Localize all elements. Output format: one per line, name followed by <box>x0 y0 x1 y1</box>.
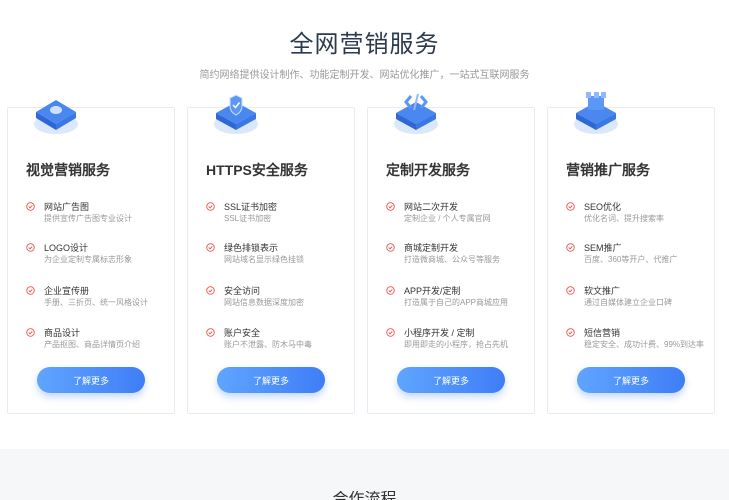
check-circle-icon <box>206 243 215 252</box>
feature-item: 网站广告图 提供宣传广告图专业设计 <box>26 200 176 230</box>
check-circle-icon <box>26 328 35 337</box>
feature-item: 绿色排锁表示 网站域名显示绿色挂锁 <box>206 241 356 271</box>
feature-desc: SSL证书加密 <box>224 214 272 223</box>
feature-item: 安全访问 网站信息数据深度加密 <box>206 284 356 314</box>
learn-more-button[interactable]: 了解更多 <box>217 367 325 393</box>
check-circle-icon <box>386 286 395 295</box>
service-card-visual: 视觉营销服务 网站广告图 提供宣传广告图专业设计 LOGO设计 为企业定制专属标… <box>7 100 176 414</box>
feature-title: 账户安全 <box>224 328 261 338</box>
code-icon <box>394 93 438 134</box>
feature-desc: 定制企业 / 个人专属官网 <box>404 214 491 223</box>
feature-title: SSL证书加密 <box>224 202 278 212</box>
megaphone-icon <box>574 92 618 134</box>
learn-more-button[interactable]: 了解更多 <box>397 367 505 393</box>
card-title: 视觉营销服务 <box>26 162 110 178</box>
feature-desc: 百度、360等开户、代推广 <box>584 255 678 264</box>
feature-item: SEM推广 百度、360等开户、代推广 <box>566 241 716 271</box>
feature-item: 软文推广 通过自媒体建立企业口碑 <box>566 284 716 314</box>
feature-title: 软文推广 <box>584 286 621 296</box>
feature-desc: 账户不泄露、防木马中毒 <box>224 340 312 349</box>
learn-more-button[interactable]: 了解更多 <box>577 367 685 393</box>
check-circle-icon <box>386 328 395 337</box>
check-circle-icon <box>26 243 35 252</box>
feature-desc: 手册、三折页、统一风格设计 <box>44 298 148 307</box>
feature-item: 商城定制开发 打造微商城、公众号等服务 <box>386 241 536 271</box>
feature-title: 商品设计 <box>44 328 81 338</box>
check-circle-icon <box>386 202 395 211</box>
check-circle-icon <box>206 286 215 295</box>
feature-item: LOGO设计 为企业定制专属标志形象 <box>26 241 176 271</box>
feature-title: SEM推广 <box>584 243 622 253</box>
feature-title: 小程序开发 / 定制 <box>404 328 475 338</box>
feature-title: SEO优化 <box>584 202 622 212</box>
check-circle-icon <box>206 202 215 211</box>
check-circle-icon <box>566 328 575 337</box>
card-title: 定制开发服务 <box>386 162 470 178</box>
feature-item: APP开发/定制 打造属于自己的APP商城应用 <box>386 284 536 314</box>
monitor-icon <box>34 100 78 134</box>
check-circle-icon <box>206 328 215 337</box>
page-subtitle: 简约网络提供设计制作、功能定制开发、网站优化推广，一站式互联网服务 <box>199 70 530 81</box>
feature-title: 企业宣传册 <box>44 286 90 296</box>
service-card-https: HTTPS安全服务 SSL证书加密 SSL证书加密 绿色排锁表示 网站域名显示绿… <box>187 94 356 414</box>
feature-desc: 通过自媒体建立企业口碑 <box>584 298 672 307</box>
check-circle-icon <box>566 286 575 295</box>
feature-item: 网站二次开发 定制企业 / 个人专属官网 <box>386 200 536 230</box>
check-circle-icon <box>26 202 35 211</box>
feature-desc: 即用即走的小程序，抢占先机 <box>404 340 508 349</box>
check-circle-icon <box>566 243 575 252</box>
service-card-marketing: 营销推广服务 SEO优化 优化名词、提升搜索率 SEM推广 百度、360等开户、… <box>547 92 716 414</box>
learn-more-button[interactable]: 了解更多 <box>37 367 145 393</box>
feature-item: 商品设计 产品抠图、商品详情页介绍 <box>26 326 176 356</box>
card-title: 营销推广服务 <box>566 162 650 178</box>
feature-title: LOGO设计 <box>44 243 89 253</box>
feature-desc: 产品抠图、商品详情页介绍 <box>44 340 140 349</box>
check-circle-icon <box>386 243 395 252</box>
feature-desc: 网站域名显示绿色挂锁 <box>224 255 304 264</box>
feature-item: 短信营销 稳定安全、成功计费、99%到达率 <box>566 326 716 356</box>
feature-desc: 提供宣传广告图专业设计 <box>44 214 132 223</box>
feature-item: SSL证书加密 SSL证书加密 <box>206 200 356 230</box>
feature-title: 网站广告图 <box>44 202 90 212</box>
service-card-custom-dev: 定制开发服务 网站二次开发 定制企业 / 个人专属官网 商城定制开发 打造微商城… <box>367 93 536 414</box>
feature-title: APP开发/定制 <box>404 286 461 296</box>
feature-title: 短信营销 <box>584 328 621 338</box>
feature-title: 安全访问 <box>224 286 261 296</box>
check-circle-icon <box>26 286 35 295</box>
shield-icon <box>214 94 258 134</box>
feature-desc: 稳定安全、成功计费、99%到达率 <box>584 340 705 349</box>
feature-item: 企业宣传册 手册、三折页、统一风格设计 <box>26 284 176 314</box>
feature-desc: 打造微商城、公众号等服务 <box>404 255 500 264</box>
feature-desc: 网站信息数据深度加密 <box>224 298 304 307</box>
page-title: 全网营销服务 <box>289 31 440 58</box>
feature-item: SEO优化 优化名词、提升搜索率 <box>566 200 716 230</box>
card-title: HTTPS安全服务 <box>206 162 308 178</box>
feature-desc: 优化名词、提升搜索率 <box>584 214 664 223</box>
feature-item: 账户安全 账户不泄露、防木马中毒 <box>206 326 356 356</box>
check-circle-icon <box>566 202 575 211</box>
feature-desc: 打造属于自己的APP商城应用 <box>404 298 509 307</box>
feature-title: 网站二次开发 <box>404 202 459 212</box>
feature-item: 小程序开发 / 定制 即用即走的小程序，抢占先机 <box>386 326 536 356</box>
feature-desc: 为企业定制专属标志形象 <box>44 255 132 264</box>
next-section-title: 合作流程 <box>332 491 397 500</box>
feature-title: 商城定制开发 <box>404 243 459 253</box>
feature-title: 绿色排锁表示 <box>224 243 279 253</box>
